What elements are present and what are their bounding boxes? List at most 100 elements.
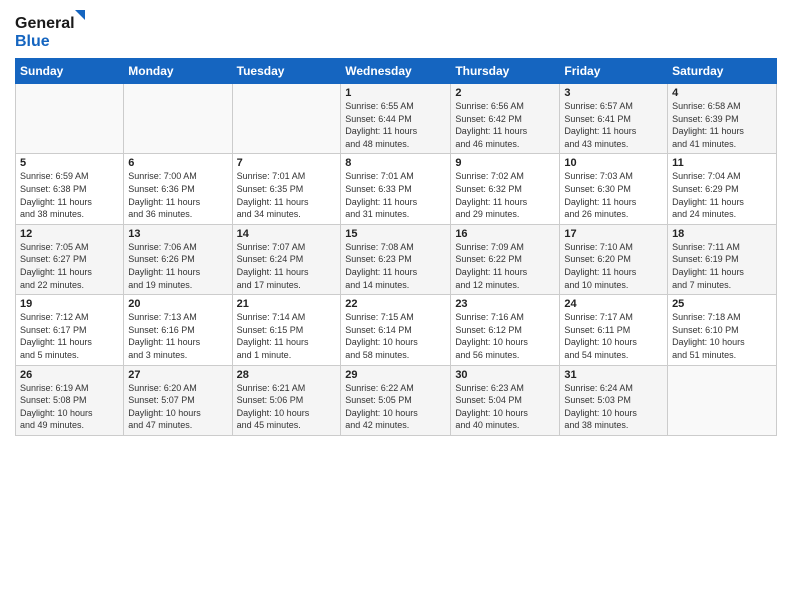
day-number: 24 [564,298,663,310]
day-number: 22 [345,298,446,310]
day-info: Sunrise: 7:14 AM Sunset: 6:15 PM Dayligh… [237,311,337,361]
day-number: 15 [345,228,446,240]
calendar-cell: 19Sunrise: 7:12 AM Sunset: 6:17 PM Dayli… [16,295,124,365]
day-info: Sunrise: 7:08 AM Sunset: 6:23 PM Dayligh… [345,241,446,291]
day-number: 4 [672,87,772,99]
day-info: Sunrise: 7:10 AM Sunset: 6:20 PM Dayligh… [564,241,663,291]
calendar-cell: 31Sunrise: 6:24 AM Sunset: 5:03 PM Dayli… [560,365,668,435]
day-info: Sunrise: 6:20 AM Sunset: 5:07 PM Dayligh… [128,382,227,432]
calendar-cell: 30Sunrise: 6:23 AM Sunset: 5:04 PM Dayli… [451,365,560,435]
day-info: Sunrise: 7:03 AM Sunset: 6:30 PM Dayligh… [564,170,663,220]
column-header-monday: Monday [124,59,232,84]
calendar-cell: 27Sunrise: 6:20 AM Sunset: 5:07 PM Dayli… [124,365,232,435]
calendar-cell: 29Sunrise: 6:22 AM Sunset: 5:05 PM Dayli… [341,365,451,435]
day-number: 29 [345,369,446,381]
day-number: 19 [20,298,119,310]
calendar-week-4: 19Sunrise: 7:12 AM Sunset: 6:17 PM Dayli… [16,295,777,365]
calendar-cell: 6Sunrise: 7:00 AM Sunset: 6:36 PM Daylig… [124,154,232,224]
calendar-header-row: SundayMondayTuesdayWednesdayThursdayFrid… [16,59,777,84]
calendar-table: SundayMondayTuesdayWednesdayThursdayFrid… [15,58,777,436]
calendar-cell: 25Sunrise: 7:18 AM Sunset: 6:10 PM Dayli… [668,295,777,365]
day-info: Sunrise: 7:16 AM Sunset: 6:12 PM Dayligh… [455,311,555,361]
day-number: 3 [564,87,663,99]
calendar-cell: 8Sunrise: 7:01 AM Sunset: 6:33 PM Daylig… [341,154,451,224]
calendar-cell: 15Sunrise: 7:08 AM Sunset: 6:23 PM Dayli… [341,224,451,294]
day-number: 6 [128,157,227,169]
calendar-cell: 11Sunrise: 7:04 AM Sunset: 6:29 PM Dayli… [668,154,777,224]
day-number: 8 [345,157,446,169]
calendar-week-2: 5Sunrise: 6:59 AM Sunset: 6:38 PM Daylig… [16,154,777,224]
day-info: Sunrise: 6:19 AM Sunset: 5:08 PM Dayligh… [20,382,119,432]
day-number: 14 [237,228,337,240]
day-number: 9 [455,157,555,169]
calendar-cell: 16Sunrise: 7:09 AM Sunset: 6:22 PM Dayli… [451,224,560,294]
calendar-cell: 10Sunrise: 7:03 AM Sunset: 6:30 PM Dayli… [560,154,668,224]
calendar-cell [232,84,341,154]
page: GeneralBlue SundayMondayTuesdayWednesday… [0,0,792,612]
column-header-wednesday: Wednesday [341,59,451,84]
calendar-cell: 18Sunrise: 7:11 AM Sunset: 6:19 PM Dayli… [668,224,777,294]
calendar-cell [16,84,124,154]
day-number: 30 [455,369,555,381]
column-header-sunday: Sunday [16,59,124,84]
day-info: Sunrise: 7:17 AM Sunset: 6:11 PM Dayligh… [564,311,663,361]
day-number: 1 [345,87,446,99]
day-info: Sunrise: 7:11 AM Sunset: 6:19 PM Dayligh… [672,241,772,291]
calendar-cell: 2Sunrise: 6:56 AM Sunset: 6:42 PM Daylig… [451,84,560,154]
day-number: 25 [672,298,772,310]
logo: GeneralBlue [15,10,85,50]
calendar-cell: 20Sunrise: 7:13 AM Sunset: 6:16 PM Dayli… [124,295,232,365]
day-info: Sunrise: 7:05 AM Sunset: 6:27 PM Dayligh… [20,241,119,291]
day-number: 10 [564,157,663,169]
day-info: Sunrise: 7:06 AM Sunset: 6:26 PM Dayligh… [128,241,227,291]
day-info: Sunrise: 7:01 AM Sunset: 6:33 PM Dayligh… [345,170,446,220]
column-header-saturday: Saturday [668,59,777,84]
header: GeneralBlue [15,10,777,50]
calendar-cell: 9Sunrise: 7:02 AM Sunset: 6:32 PM Daylig… [451,154,560,224]
day-info: Sunrise: 7:09 AM Sunset: 6:22 PM Dayligh… [455,241,555,291]
day-number: 5 [20,157,119,169]
day-info: Sunrise: 6:56 AM Sunset: 6:42 PM Dayligh… [455,100,555,150]
day-info: Sunrise: 6:57 AM Sunset: 6:41 PM Dayligh… [564,100,663,150]
column-header-tuesday: Tuesday [232,59,341,84]
day-info: Sunrise: 7:18 AM Sunset: 6:10 PM Dayligh… [672,311,772,361]
day-number: 27 [128,369,227,381]
calendar-cell [668,365,777,435]
day-info: Sunrise: 6:22 AM Sunset: 5:05 PM Dayligh… [345,382,446,432]
day-info: Sunrise: 7:13 AM Sunset: 6:16 PM Dayligh… [128,311,227,361]
day-number: 12 [20,228,119,240]
calendar-cell: 12Sunrise: 7:05 AM Sunset: 6:27 PM Dayli… [16,224,124,294]
day-number: 2 [455,87,555,99]
day-info: Sunrise: 6:24 AM Sunset: 5:03 PM Dayligh… [564,382,663,432]
day-info: Sunrise: 6:21 AM Sunset: 5:06 PM Dayligh… [237,382,337,432]
day-number: 26 [20,369,119,381]
calendar-cell: 5Sunrise: 6:59 AM Sunset: 6:38 PM Daylig… [16,154,124,224]
day-info: Sunrise: 7:12 AM Sunset: 6:17 PM Dayligh… [20,311,119,361]
day-info: Sunrise: 6:58 AM Sunset: 6:39 PM Dayligh… [672,100,772,150]
calendar-cell: 7Sunrise: 7:01 AM Sunset: 6:35 PM Daylig… [232,154,341,224]
day-info: Sunrise: 7:04 AM Sunset: 6:29 PM Dayligh… [672,170,772,220]
calendar-week-5: 26Sunrise: 6:19 AM Sunset: 5:08 PM Dayli… [16,365,777,435]
calendar-cell: 21Sunrise: 7:14 AM Sunset: 6:15 PM Dayli… [232,295,341,365]
calendar-cell: 23Sunrise: 7:16 AM Sunset: 6:12 PM Dayli… [451,295,560,365]
day-number: 23 [455,298,555,310]
column-header-thursday: Thursday [451,59,560,84]
calendar-cell: 13Sunrise: 7:06 AM Sunset: 6:26 PM Dayli… [124,224,232,294]
calendar-cell: 26Sunrise: 6:19 AM Sunset: 5:08 PM Dayli… [16,365,124,435]
svg-text:General: General [15,15,75,32]
day-number: 18 [672,228,772,240]
svg-text:Blue: Blue [15,33,50,50]
day-info: Sunrise: 6:59 AM Sunset: 6:38 PM Dayligh… [20,170,119,220]
day-number: 21 [237,298,337,310]
calendar-week-1: 1Sunrise: 6:55 AM Sunset: 6:44 PM Daylig… [16,84,777,154]
calendar-cell: 17Sunrise: 7:10 AM Sunset: 6:20 PM Dayli… [560,224,668,294]
day-number: 16 [455,228,555,240]
day-info: Sunrise: 6:23 AM Sunset: 5:04 PM Dayligh… [455,382,555,432]
day-number: 17 [564,228,663,240]
calendar-cell: 28Sunrise: 6:21 AM Sunset: 5:06 PM Dayli… [232,365,341,435]
calendar-cell: 22Sunrise: 7:15 AM Sunset: 6:14 PM Dayli… [341,295,451,365]
day-number: 7 [237,157,337,169]
day-info: Sunrise: 6:55 AM Sunset: 6:44 PM Dayligh… [345,100,446,150]
day-info: Sunrise: 7:02 AM Sunset: 6:32 PM Dayligh… [455,170,555,220]
calendar-cell: 14Sunrise: 7:07 AM Sunset: 6:24 PM Dayli… [232,224,341,294]
